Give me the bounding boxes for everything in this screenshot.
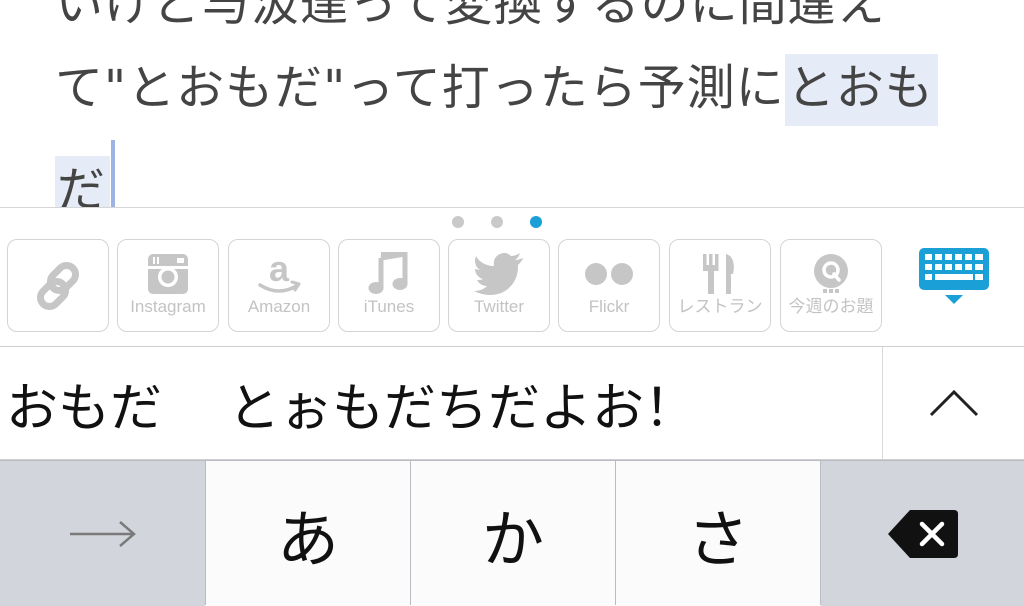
music-note-icon [339,252,439,296]
key-sa[interactable]: さ [616,461,820,606]
text-caret [111,140,116,207]
amazon-icon: a [229,251,329,296]
weekly-topic-button[interactable]: 今週のお題 [780,239,882,332]
flickr-label: Flickr [588,297,630,316]
arrow-right-icon [69,520,136,547]
fork-knife-icon [670,252,770,296]
itunes-button[interactable]: iTunes [338,239,440,332]
instagram-label: Instagram [130,297,206,316]
restaurant-button[interactable]: レストラン [669,239,771,332]
candidate-list: おもだ とぉもだちだよお！ [6,347,696,459]
page-dot-3 [530,216,542,228]
link-button[interactable] [7,239,109,332]
flickr-button[interactable]: Flickr [558,239,660,332]
insert-toolbar: Instagram a Amazon iTunes Twitter Flickr… [0,207,1024,347]
flickr-icon [559,252,659,296]
twitter-bird-icon [449,252,549,296]
twitter-label: Twitter [473,297,525,316]
marked-text-tail: だ [55,156,111,207]
link-icon [8,261,108,311]
page-dot-1 [452,216,464,228]
expand-candidates-button[interactable] [882,347,1024,459]
page-dot-2 [491,216,503,228]
instagram-button[interactable]: Instagram [117,239,219,332]
restaurant-label: レストラン [677,297,763,316]
editor-line-2: て"とおもだ"って打ったら予測にとおも [55,54,938,126]
kana-keyboard: あ か さ [0,460,1024,606]
itunes-label: iTunes [363,297,415,316]
text-editor[interactable]: いけど与汲達って変換するのに間違え て"とおもだ"って打ったら予測にとおも だ [0,0,1024,207]
editor-line-3: だ [55,140,116,207]
editor-plain-text: て"とおもだ"って打ったら予測に [55,60,785,116]
amazon-button[interactable]: a Amazon [228,239,330,332]
next-key[interactable] [0,461,205,606]
candidate-1[interactable]: おもだ [6,366,162,441]
svg-text:a: a [269,251,290,289]
amazon-label: Amazon [247,297,311,316]
key-a[interactable]: あ [206,461,410,606]
page-indicator[interactable] [452,216,542,228]
editor-line-1: いけど与汲達って変換するのに間違え [55,0,886,32]
candidate-bar: おもだ とぉもだちだよお！ [0,347,1024,460]
instagram-icon [118,252,218,296]
key-ka[interactable]: か [411,461,615,606]
candidate-2[interactable]: とぉもだちだよお！ [228,366,696,441]
backspace-icon [887,509,958,558]
q-badge-icon [781,252,881,296]
delete-key[interactable] [821,461,1024,606]
chevron-up-icon [929,389,979,417]
twitter-button[interactable]: Twitter [448,239,550,332]
marked-text: とおも [784,54,938,126]
keyboard-toggle-button[interactable] [912,246,996,308]
keyboard-icon [919,248,989,304]
weekly-topic-label: 今週のお題 [788,297,874,316]
